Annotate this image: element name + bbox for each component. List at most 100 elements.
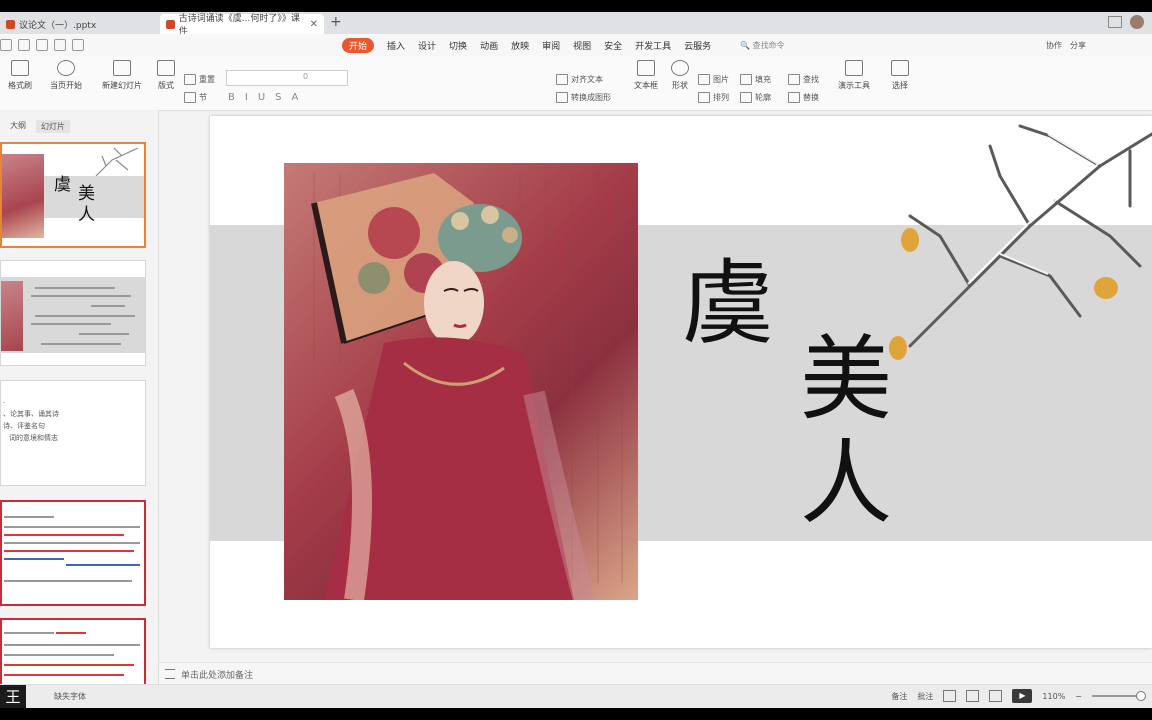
thumb-bullet: ·	[3, 399, 6, 407]
tab-outline[interactable]: 大纲	[10, 120, 26, 133]
reading-view-icon[interactable]	[989, 690, 1003, 702]
tab-transitions[interactable]: 切换	[449, 39, 467, 52]
opera-figure-image[interactable]	[284, 163, 638, 600]
format-painter-icon	[11, 60, 29, 76]
font-format-row: B I U S A	[228, 92, 298, 103]
tab-view[interactable]: 视图	[573, 39, 591, 52]
strikethrough-icon[interactable]: S	[275, 92, 281, 103]
slide-thumbnail-1[interactable]: 虞 美人	[0, 142, 146, 248]
new-tab-icon[interactable]: +	[330, 14, 342, 30]
tab-insert[interactable]: 插入	[387, 39, 405, 52]
replace-icon	[788, 92, 800, 103]
to-smartart-button[interactable]: 转换成图形	[556, 92, 611, 103]
format-painter-button[interactable]: 格式刷	[0, 60, 44, 91]
layout-button[interactable]: 版式	[142, 60, 190, 91]
slide-title-yu[interactable]: 虞	[682, 258, 774, 350]
font-name-select[interactable]: 0	[226, 70, 348, 86]
open-icon[interactable]	[0, 39, 12, 51]
tab-current-courseware[interactable]: 古诗词诵读《虞...何时了》》课件 ✕	[160, 14, 324, 37]
tab-security[interactable]: 安全	[604, 39, 622, 52]
outline-button[interactable]: 轮廓	[740, 92, 771, 103]
reset-button[interactable]: 重置	[184, 74, 215, 85]
close-icon[interactable]: ✕	[310, 19, 318, 30]
tab-animations[interactable]: 动画	[480, 39, 498, 52]
to-smartart-label: 转换成图形	[571, 93, 611, 102]
italic-icon[interactable]: I	[245, 92, 248, 103]
thumb-text-line	[4, 644, 140, 646]
tab-developer[interactable]: 开发工具	[635, 39, 671, 52]
smartart-icon	[556, 92, 568, 103]
select-button[interactable]: 选择	[876, 60, 924, 91]
slide-title-meiren[interactable]: 美 人	[800, 328, 900, 536]
window-layout-icon[interactable]	[1108, 16, 1122, 28]
fill-button[interactable]: 填充	[740, 74, 771, 85]
zoom-slider[interactable]	[1092, 691, 1146, 701]
tab-slideshow[interactable]: 放映	[511, 39, 529, 52]
section-icon	[184, 92, 196, 103]
comments-toggle-button[interactable]: 批注	[917, 691, 933, 702]
tab-review[interactable]: 审阅	[542, 39, 560, 52]
zoom-out-icon[interactable]: −	[1075, 692, 1082, 701]
tab-home[interactable]: 开始	[342, 38, 375, 53]
panel-splitter[interactable]	[158, 110, 159, 688]
print-preview-icon[interactable]	[72, 39, 84, 51]
slide-thumbnail-2[interactable]	[0, 260, 146, 366]
slide-sorter-icon[interactable]	[966, 690, 980, 702]
slide-title-ren: 人	[800, 430, 893, 537]
notes-placeholder: 单击此处添加备注	[181, 671, 254, 681]
export-pdf-icon[interactable]	[36, 39, 48, 51]
search-command-label: 查找命令	[752, 41, 785, 50]
save-icon[interactable]	[18, 39, 30, 51]
slide-thumbnail-4[interactable]	[0, 500, 146, 606]
notes-pane[interactable]: 单击此处添加备注	[159, 662, 1152, 685]
missing-fonts-button[interactable]: 缺失字体	[54, 691, 86, 702]
text-box-icon	[637, 60, 655, 76]
font-color-icon[interactable]: A	[292, 92, 299, 103]
thumb-text-line	[66, 564, 140, 566]
pptx-file-icon	[166, 19, 175, 29]
share-button[interactable]: 分享	[1070, 40, 1086, 51]
arrange-label: 排列	[713, 93, 729, 102]
presentation-tools-button[interactable]: 演示工具	[830, 60, 878, 91]
panel-tabs: 大纲 幻灯片	[10, 120, 70, 133]
user-avatar[interactable]	[1130, 15, 1144, 29]
ime-indicator[interactable]: 王	[0, 685, 26, 708]
zoom-level[interactable]: 110%	[1042, 692, 1065, 701]
tab-cloud-service[interactable]: 云服务	[684, 39, 711, 52]
thumb-text-line	[4, 516, 54, 518]
slide-thumbnail-3[interactable]: · 、论其事、诵其诗 诗、评鉴名句 词的意境和情志	[0, 380, 146, 486]
slide-thumbnail-5[interactable]	[0, 618, 146, 688]
align-text-button[interactable]: 对齐文本	[556, 74, 603, 85]
bold-icon[interactable]: B	[228, 92, 235, 103]
underline-icon[interactable]: U	[258, 92, 265, 103]
search-command[interactable]: 🔍 查找命令	[740, 40, 785, 51]
slide-canvas[interactable]: 虞 美 人	[210, 116, 1152, 648]
thumb-text-line	[4, 580, 132, 582]
notes-toggle-button[interactable]: 备注	[891, 691, 907, 702]
thumb-text-line	[31, 295, 131, 297]
tab-slides[interactable]: 幻灯片	[36, 120, 70, 133]
print-icon[interactable]	[54, 39, 66, 51]
play-from-current-button[interactable]: 当页开始	[42, 60, 90, 91]
play-slideshow-icon[interactable]: ▶	[1012, 689, 1033, 703]
shape-button[interactable]: 形状	[656, 60, 704, 91]
arrange-button[interactable]: 排列	[698, 92, 729, 103]
slide-thumbnail-panel: 大纲 幻灯片 虞 美人 · 、论其事、诵其诗 诗、评鉴名句 词的意境和情志	[0, 110, 158, 688]
picture-button[interactable]: 图片	[698, 74, 729, 85]
quick-access-toolbar	[0, 39, 84, 51]
thumb-opera-image	[2, 154, 44, 238]
picture-label: 图片	[713, 75, 729, 84]
tab-argumentative-essay[interactable]: 议论文（一）.pptx	[0, 14, 156, 34]
thumb-text-line	[35, 315, 135, 317]
collaborate-button[interactable]: 协作	[1046, 40, 1062, 51]
normal-view-icon[interactable]	[943, 690, 957, 702]
replace-button[interactable]: 替换	[788, 92, 819, 103]
status-right-controls: 备注 批注 ▶ 110% −	[891, 689, 1146, 703]
search-icon: 🔍	[740, 41, 750, 50]
find-button[interactable]: 查找	[788, 74, 819, 85]
thumb-text-line	[4, 654, 114, 656]
layout-label: 版式	[158, 81, 174, 90]
section-button[interactable]: 节	[184, 92, 207, 103]
tab-design[interactable]: 设计	[418, 39, 436, 52]
new-slide-button[interactable]: 新建幻灯片	[98, 60, 146, 91]
